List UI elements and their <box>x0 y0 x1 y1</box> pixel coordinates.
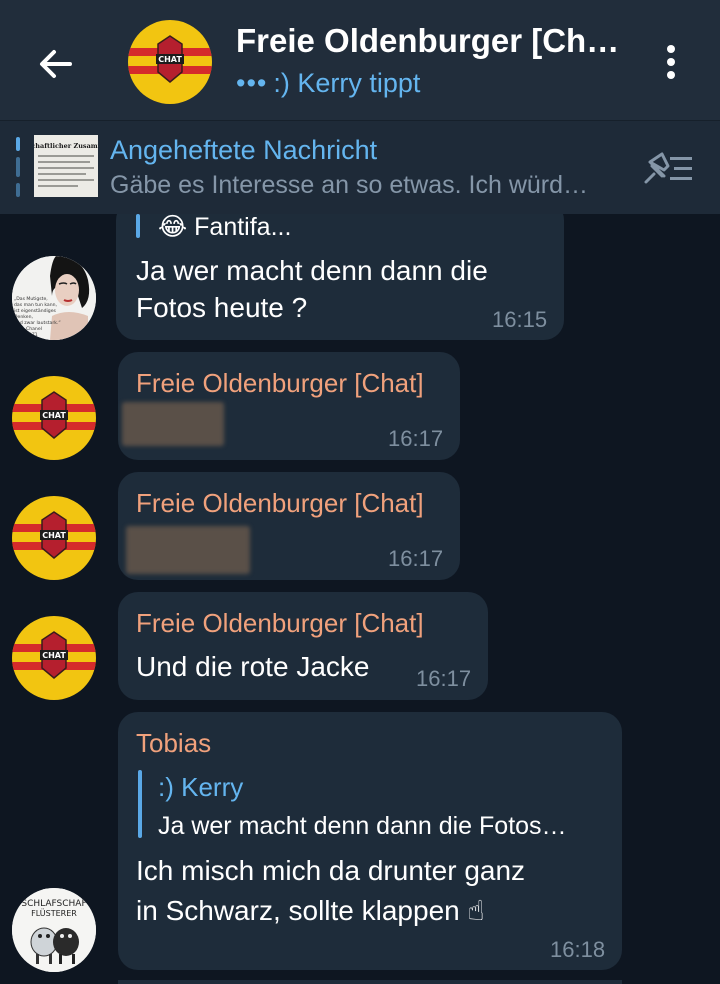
avatar-freie-oldenburger[interactable]: CHAT <box>12 616 96 700</box>
avatar-freie-oldenburger[interactable]: CHAT <box>12 376 96 460</box>
svg-text:und zwar lautstark.“: und zwar lautstark.“ <box>14 320 61 326</box>
typing-text: :) Kerry tippt <box>273 68 421 98</box>
reply-text[interactable]: Ja wer macht denn dann die Fotos… <box>158 812 567 841</box>
message-time: 16:17 <box>388 546 444 571</box>
chat-logo-icon: CHAT <box>12 616 96 700</box>
message-bubble[interactable]: 😂 Fantifa... Ja wer macht denn dann die … <box>116 200 564 340</box>
avatar-tobias[interactable]: SCHLAFSCHAF FLÜSTERER <box>12 888 96 972</box>
pinned-title: Angeheftete Nachricht <box>110 135 378 165</box>
arrow-left-icon <box>40 50 72 78</box>
more-vertical-icon <box>667 45 675 79</box>
svg-text:CHAT: CHAT <box>42 651 66 660</box>
pinned-list-button[interactable] <box>640 148 696 188</box>
sender-name[interactable]: Freie Oldenburger [Chat] <box>136 488 424 519</box>
svg-text:CHAT: CHAT <box>42 531 66 540</box>
chat-logo-icon: CHAT <box>128 20 212 104</box>
svg-text:Denken,: Denken, <box>14 314 34 320</box>
message-time: 16:17 <box>388 426 444 451</box>
message-text-line: Ich misch mich da drunter ganz <box>136 855 526 886</box>
message-bubble[interactable]: Freie Oldenburger [Chat] 16:17 <box>118 472 460 580</box>
svg-text:1971: 1971 <box>26 332 38 338</box>
svg-text:ellschaftlicher Zusammen: ellschaftlicher Zusammen <box>34 142 98 150</box>
pinned-list-icon <box>644 152 692 184</box>
message-text-line: Fotos heute ? <box>136 292 308 323</box>
menu-button[interactable] <box>656 40 686 84</box>
message-text-line: in Schwarz, sollte klappen ☝ <box>136 895 485 926</box>
pinned-message-bar[interactable]: ellschaftlicher Zusammen Angeheftete Nac… <box>0 120 720 214</box>
svg-text:Chanel: Chanel <box>26 326 42 332</box>
message-time: 16:18 <box>550 937 606 962</box>
back-button[interactable] <box>34 42 78 86</box>
sender-name[interactable]: Freie Oldenburger [Chat] <box>136 368 424 399</box>
svg-text:ist eigenständiges: ist eigenständiges <box>14 308 57 314</box>
pin-indicator <box>16 137 20 151</box>
chat-logo-icon: CHAT <box>12 496 96 580</box>
next-message-edge <box>118 980 622 984</box>
message-bubble[interactable]: Tobias :) Kerry Ja wer macht denn dann d… <box>118 712 622 970</box>
portrait-image: „Das Mutigste, das man tun kann, ist eig… <box>12 256 96 340</box>
chat-avatar[interactable]: CHAT <box>128 20 212 104</box>
blurred-media[interactable] <box>126 526 250 574</box>
message-text-line: Ja wer macht denn dann die <box>136 255 488 286</box>
message-time: 16:17 <box>416 666 472 691</box>
sender-name[interactable]: Freie Oldenburger [Chat] <box>136 608 424 639</box>
message-bubble[interactable]: Freie Oldenburger [Chat] Und die rote Ja… <box>118 592 488 700</box>
chat-title[interactable]: Freie Oldenburger [Ch… <box>236 22 636 60</box>
pinned-thumbnail: ellschaftlicher Zusammen <box>34 135 98 197</box>
svg-text:SCHLAFSCHAF: SCHLAFSCHAF <box>21 899 86 909</box>
chat-header: CHAT Freie Oldenburger [Ch… •••:) Kerry … <box>0 0 720 120</box>
message-bubble[interactable]: Freie Oldenburger [Chat] 16:17 <box>118 352 460 460</box>
blurred-media[interactable] <box>122 402 224 446</box>
sheep-avatar-image: SCHLAFSCHAF FLÜSTERER <box>12 888 96 972</box>
chat-logo-icon: CHAT <box>12 376 96 460</box>
svg-text:CHAT: CHAT <box>158 55 182 64</box>
reply-author[interactable]: :) Kerry <box>158 772 243 803</box>
message-time: 16:15 <box>492 307 548 332</box>
svg-text:„Das Mutigste,: „Das Mutigste, <box>14 296 48 302</box>
pinned-text: Gäbe es Interesse an so etwas. Ich würd… <box>110 171 589 199</box>
reply-bar <box>136 214 140 238</box>
svg-text:CHAT: CHAT <box>42 411 66 420</box>
reply-snippet: 😂 Fantifa... <box>158 213 292 241</box>
avatar-freie-oldenburger[interactable]: CHAT <box>12 496 96 580</box>
typing-status: •••:) Kerry tippt <box>236 68 420 99</box>
avatar-kerry[interactable]: „Das Mutigste, das man tun kann, ist eig… <box>12 256 96 340</box>
sender-name[interactable]: Tobias <box>136 728 211 759</box>
pin-indicator <box>16 157 20 177</box>
message-text: Und die rote Jacke <box>136 651 370 682</box>
reply-bar <box>138 770 142 838</box>
svg-text:das man tun kann,: das man tun kann, <box>14 302 58 308</box>
svg-text:FLÜSTERER: FLÜSTERER <box>31 908 77 918</box>
pin-indicator <box>16 183 20 197</box>
typing-dots: ••• <box>236 68 268 98</box>
